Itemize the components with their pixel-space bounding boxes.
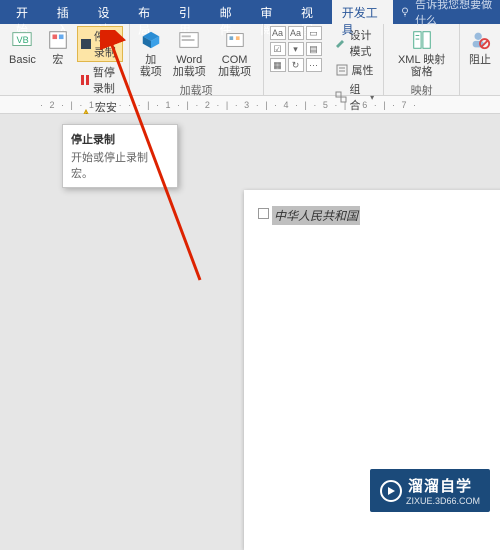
group-mapping-label: 映射 [411,80,433,100]
group-controls: Aa Aa ▭ ☑ ▾ ▤ ▦ ↻ ⋯ 设计模式 属性 [264,24,385,95]
group-protect: 阻止 [460,24,500,95]
xml-mapping-label: XML 映射窗格 [393,54,450,78]
word-addins-icon [177,28,201,52]
stop-recording-label: 停止录制 [94,28,119,60]
watermark-zh: 溜溜自学 [408,475,480,496]
visual-basic-icon: VB [10,28,34,52]
svg-text:VB: VB [17,35,29,45]
control-legacy-icon[interactable]: ⋯ [306,58,322,72]
word-addins-button[interactable]: Word 加载项 [170,26,209,80]
play-icon [380,480,402,502]
tab-mailings[interactable]: 邮件 [210,0,251,24]
control-repeat-icon[interactable]: ↻ [288,58,304,72]
stop-recording-button[interactable]: 停止录制 [77,26,123,62]
com-addins-icon [223,28,247,52]
properties-button[interactable]: 属性 [332,61,378,79]
ribbon: VB Basic 宏 停止录制 暂停录制 [0,24,500,96]
block-label: 阻止 [469,54,491,66]
tooltip-body: 开始或停止录制宏。 [71,149,169,181]
control-date-icon[interactable]: ▦ [270,58,286,72]
xml-mapping-button[interactable]: XML 映射窗格 [390,26,453,80]
block-authors-button[interactable]: 阻止 [465,26,495,68]
control-richtext-icon[interactable]: Aa [270,26,286,40]
lightbulb-icon [399,5,411,19]
tab-view[interactable]: 视图 [291,0,332,24]
tab-home[interactable]: 开始 [6,0,47,24]
group-code: VB Basic 宏 停止录制 暂停录制 [0,24,130,95]
design-mode-button[interactable]: 设计模式 [332,26,378,60]
tab-review[interactable]: 审阅 [250,0,291,24]
control-plaintext-icon[interactable]: Aa [288,26,304,40]
tooltip-title: 停止录制 [71,131,169,147]
word-addins-label: Word 加载项 [173,54,206,78]
tab-references[interactable]: 引用 [169,0,210,24]
xml-mapping-icon [410,28,434,52]
macros-icon [46,28,70,52]
macros-label: 宏 [52,54,63,66]
visual-basic-button[interactable]: VB Basic [6,26,39,68]
control-checkbox-icon[interactable]: ☑ [270,42,286,56]
addins-label: 加 载项 [140,54,162,78]
control-picture-icon[interactable]: ▭ [306,26,322,40]
group-addins: 加 载项 Word 加载项 COM 加载项 加载项 [130,24,264,95]
tab-insert[interactable]: 插入 [47,0,88,24]
com-addins-label: COM 加载项 [216,54,254,78]
properties-icon [335,63,349,77]
control-dropdown-icon[interactable]: ▤ [306,42,322,56]
pause-recording-button[interactable]: 暂停录制 [77,63,123,97]
design-mode-label: 设计模式 [350,27,375,59]
selected-text[interactable]: 中华人民共和国 [272,206,360,225]
addins-icon [139,28,163,52]
tooltip-stop-recording: 停止录制 开始或停止录制宏。 [62,124,178,188]
pause-icon [80,73,90,87]
block-icon [468,28,492,52]
design-mode-icon [335,36,347,50]
properties-label: 属性 [352,62,374,78]
visual-basic-label: Basic [9,54,36,66]
com-addins-button[interactable]: COM 加载项 [213,26,257,80]
tab-developer[interactable]: 开发工具 [332,0,393,24]
stop-icon [81,37,91,51]
checkbox-content-control[interactable] [258,208,269,219]
tab-design[interactable]: 设计 [87,0,128,24]
macros-button[interactable]: 宏 [43,26,73,68]
tell-me-search[interactable]: 告诉我您想要做什么 [393,0,500,24]
addins-button[interactable]: 加 载项 [136,26,166,80]
watermark-en: ZIXUE.3D66.COM [406,496,480,506]
group-protect-label [478,79,481,95]
document-workspace: ⌐ 中华人民共和国 停止录制 开始或停止录制宏。 溜溜自学 ZIXUE.3D66… [0,114,500,522]
controls-gallery[interactable]: Aa Aa ▭ ☑ ▾ ▤ ▦ ↻ ⋯ [270,26,322,72]
watermark-badge: 溜溜自学 ZIXUE.3D66.COM [370,469,490,512]
pause-recording-label: 暂停录制 [93,64,120,96]
tab-layout[interactable]: 布局 [128,0,169,24]
group-addins-label: 加载项 [180,80,213,100]
control-combobox-icon[interactable]: ▾ [288,42,304,56]
ribbon-tabs: 开始 插入 设计 布局 引用 邮件 审阅 视图 开发工具 告诉我您想要做什么 [0,0,500,24]
group-mapping: XML 映射窗格 映射 [384,24,460,95]
